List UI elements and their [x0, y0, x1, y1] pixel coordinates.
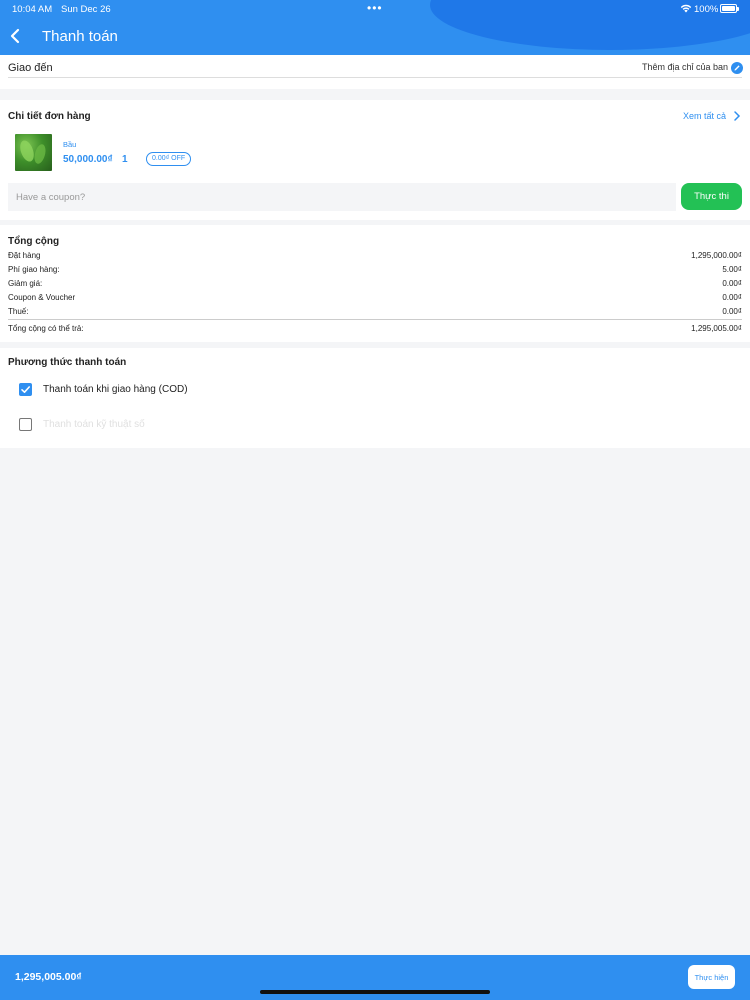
total-row-shipping: Phí giao hàng: 5.00₫: [8, 265, 742, 277]
discount-badge: 0.00₫ OFF: [146, 152, 192, 166]
battery-percent: 100%: [694, 4, 719, 15]
page-title: Thanh toán: [42, 28, 118, 45]
grand-total-row: Tổng cộng có thể trả: 1,295,005.00₫: [8, 324, 742, 336]
product-thumbnail[interactable]: [15, 134, 52, 171]
total-row-label: Thuế:: [8, 307, 29, 316]
wifi-icon: [680, 4, 692, 13]
product-quantity: 1: [122, 154, 128, 165]
home-indicator[interactable]: [260, 990, 490, 994]
total-row-value: 0.00₫: [722, 293, 742, 302]
total-row-label: Coupon & Voucher: [8, 293, 76, 302]
add-address-link[interactable]: Thêm địa chỉ của ban: [642, 62, 728, 72]
total-row-value: 1,295,000.00₫: [691, 251, 742, 260]
divider: [8, 319, 742, 320]
payment-option-label: Thanh toán khi giao hàng (COD): [43, 384, 188, 395]
total-row-discount: Giảm giá: 0.00₫: [8, 279, 742, 291]
status-bar: 10:04 AM Sun Dec 26 ••• 100%: [0, 0, 750, 18]
app-header: 10:04 AM Sun Dec 26 ••• 100% Thanh toán: [0, 0, 750, 55]
chevron-right-icon[interactable]: [732, 110, 742, 122]
divider: [8, 77, 742, 78]
see-all-link[interactable]: Xem tất cả: [683, 111, 726, 121]
total-row-value: 0.00₫: [722, 279, 742, 288]
total-row-label: Giảm giá:: [8, 279, 43, 288]
total-row-label: Phí giao hàng:: [8, 265, 60, 274]
total-row-value: 5.00₫: [722, 265, 742, 274]
apply-coupon-button[interactable]: Thực thi: [681, 183, 742, 210]
total-row-tax: Thuế: 0.00₫: [8, 307, 742, 319]
status-date: Sun Dec 26: [61, 4, 111, 15]
payment-method-title: Phương thức thanh toán: [8, 357, 127, 368]
grand-total-label: Tổng cộng có thể trả:: [8, 324, 84, 333]
status-time: 10:04 AM: [12, 4, 53, 15]
delivery-address-section: Giao đến Thêm địa chỉ của ban: [0, 55, 750, 89]
total-row-order: Đặt hàng 1,295,000.00₫: [8, 251, 742, 263]
delivery-label: Giao đến: [8, 62, 53, 74]
edit-icon[interactable]: [731, 62, 743, 74]
product-price: 50,000.00₫: [63, 154, 113, 165]
multitask-dots[interactable]: •••: [367, 1, 383, 15]
payment-option-label: Thanh toán kỹ thuật số: [43, 419, 145, 430]
totals-section: Tổng cộng Đặt hàng 1,295,000.00₫ Phí gia…: [0, 225, 750, 342]
checkbox-unchecked-icon[interactable]: [19, 418, 32, 431]
payment-method-section: Phương thức thanh toán Thanh toán khi gi…: [0, 348, 750, 448]
coupon-input[interactable]: [8, 183, 676, 211]
checkbox-checked-icon[interactable]: [19, 383, 32, 396]
total-row-value: 0.00₫: [722, 307, 742, 316]
grand-total-value: 1,295,005.00₫: [691, 324, 742, 333]
total-row-coupon: Coupon & Voucher 0.00₫: [8, 293, 742, 305]
place-order-button[interactable]: Thực hiện: [688, 965, 735, 989]
battery-icon: [720, 4, 739, 13]
checkout-bar: 1,295,005.00₫ Thực hiện: [0, 955, 750, 1000]
product-name: Bầu: [63, 140, 77, 149]
total-row-label: Đặt hàng: [8, 251, 41, 260]
checkout-total: 1,295,005.00₫: [15, 971, 82, 983]
chevron-left-icon[interactable]: [6, 26, 26, 46]
totals-title: Tổng cộng: [8, 236, 60, 247]
order-details-title: Chi tiết đơn hàng: [8, 111, 91, 122]
